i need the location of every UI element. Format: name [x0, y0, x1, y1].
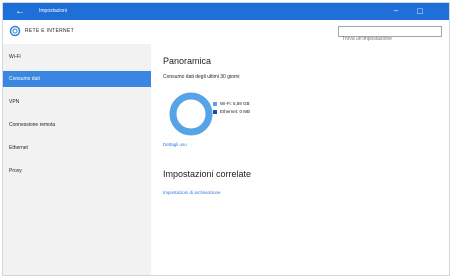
usage-donut-chart	[169, 92, 213, 136]
sidebar-item-data-usage[interactable]: Consumo dati	[3, 71, 151, 87]
legend-wifi-swatch	[213, 101, 217, 106]
overview-title: Panoramica	[163, 56, 212, 66]
page-header: RETE E INTERNET	[3, 20, 449, 44]
page-title: RETE E INTERNET	[25, 28, 74, 34]
main-content: Panoramica Consumo dati degli ultimi 30 …	[151, 44, 449, 275]
search-box[interactable]	[338, 26, 442, 44]
sidebar-item-vpn[interactable]: VPN	[3, 94, 151, 110]
sidebar-item-dial-up[interactable]: Connessione remota	[3, 117, 151, 133]
back-button[interactable]: ←	[11, 5, 29, 18]
sidebar-item-ethernet[interactable]: Ethernet	[3, 140, 151, 156]
legend-wifi-label: Wi-Fi: 5,59 GB	[220, 101, 250, 106]
sidebar: Wi-Fi Consumo dati VPN Connessione remot…	[3, 44, 151, 275]
related-settings-title: Impostazioni correlate	[163, 169, 252, 179]
gear-icon	[9, 25, 21, 37]
settings-window: ← Impostazioni – □ RETE E INTERNET Wi-Fi…	[2, 2, 450, 276]
legend-ethernet-swatch	[213, 109, 217, 114]
usage-details-link[interactable]: Dettagli uso	[163, 142, 187, 147]
window-title: Impostazioni	[39, 8, 68, 14]
legend-ethernet-label: Ethernet: 0 MB	[220, 109, 251, 114]
legend-wifi: Wi-Fi: 5,59 GB	[213, 101, 250, 106]
sidebar-item-proxy[interactable]: Proxy	[3, 163, 151, 179]
title-bar: ← Impostazioni – □	[3, 3, 449, 20]
arrow-left-icon: ←	[15, 6, 25, 17]
storage-settings-link[interactable]: Impostazioni di archiviazione	[163, 190, 221, 195]
legend-ethernet: Ethernet: 0 MB	[213, 109, 250, 114]
search-input[interactable]	[339, 34, 441, 44]
minimize-button[interactable]: –	[389, 4, 403, 18]
maximize-button[interactable]: □	[413, 4, 427, 18]
overview-description: Consumo dati degli ultimi 30 giorni	[163, 74, 240, 80]
wifi-usage-ring	[169, 92, 213, 136]
sidebar-item-wifi[interactable]: Wi-Fi	[3, 49, 151, 65]
